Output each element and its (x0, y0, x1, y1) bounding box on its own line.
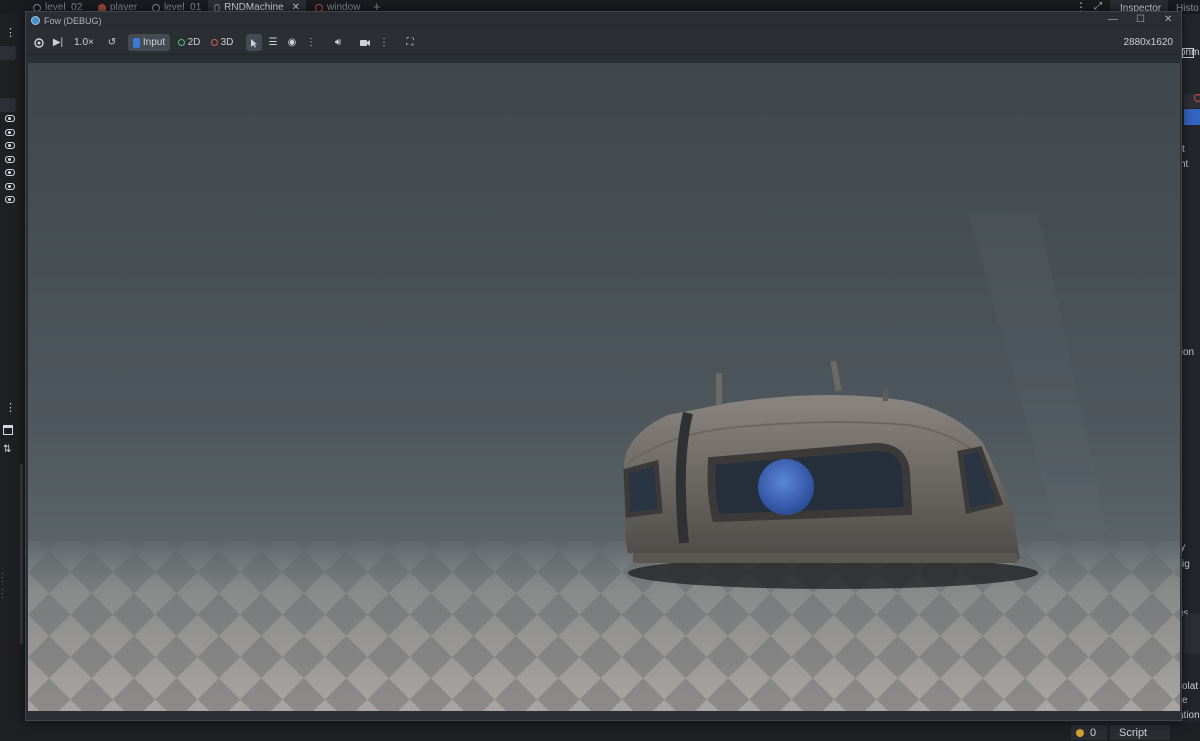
script-tab[interactable]: Script (1110, 725, 1170, 740)
input-icon (132, 37, 140, 48)
more-options-icon[interactable]: ⋮ (379, 34, 389, 51)
visibility-icon[interactable] (5, 129, 15, 136)
warning-count: 0 (1090, 726, 1097, 739)
drag-handle-icon[interactable]: · · · (1, 570, 4, 586)
more-options-icon[interactable]: ⋮ (5, 401, 16, 414)
input-label: Input (142, 37, 166, 48)
visibility-icon[interactable] (5, 183, 15, 190)
more-options-icon[interactable]: ⋮ (5, 26, 16, 39)
3d-icon (210, 39, 218, 46)
left-dock: ⋮ ⋮ ⇅ · · · · · · (0, 14, 25, 741)
game-viewport[interactable] (28, 63, 1180, 711)
time-scale[interactable]: 1.0× (72, 34, 96, 51)
window-titlebar[interactable]: Fow (DEBUG) — ☐ ✕ (26, 12, 1181, 30)
more-options-icon[interactable]: ⋮ (306, 34, 316, 51)
list-select-icon[interactable]: ☰ (267, 34, 279, 51)
warnings-badge[interactable]: 0 (1071, 725, 1107, 740)
game-toolbar: ▶| 1.0× ↺ Input 2D 3D ☰ ◉ ⋮ 🔊︎ ⋮ ⛶ 2880x… (26, 30, 1181, 55)
visibility-icon[interactable]: ◉ (286, 34, 298, 51)
select-tool-icon[interactable] (246, 34, 262, 51)
app-icon (31, 16, 40, 25)
warning-icon (1076, 728, 1084, 737)
2d-icon (177, 39, 185, 46)
sort-icon[interactable]: ⇅ (3, 444, 11, 455)
status-bar: 0 Script (0, 722, 1200, 741)
visibility-icon[interactable] (5, 196, 15, 203)
dock-panel (1184, 614, 1200, 654)
visibility-icon[interactable] (5, 142, 15, 149)
dock-text: e (1182, 695, 1188, 706)
dock-tab[interactable] (0, 98, 16, 112)
editor: level_02 player level_01 RNDMachine ✕ wi… (0, 0, 1200, 741)
mode-2d-label: 2D (187, 37, 201, 48)
window-icon[interactable] (3, 425, 13, 435)
scrollbar[interactable] (20, 464, 23, 644)
close-button[interactable]: ✕ (1164, 14, 1172, 25)
visibility-icon[interactable] (5, 156, 15, 163)
drag-handle-icon[interactable]: · · · (1, 586, 4, 602)
mode-3d-button[interactable]: 3D (209, 34, 235, 51)
camera-icon[interactable] (358, 34, 372, 51)
panel-icon (1182, 48, 1194, 58)
dock-text: olat (1182, 681, 1199, 692)
minimize-button[interactable]: — (1108, 14, 1118, 25)
selected-row[interactable] (1184, 109, 1200, 125)
resolution-label: 2880x1620 (1123, 37, 1174, 48)
window-title: Fow (DEBUG) (44, 16, 102, 26)
scene-render (28, 63, 1180, 711)
audio-icon[interactable]: 🔊︎ (331, 34, 345, 51)
input-toggle[interactable]: Input (128, 34, 170, 51)
record-icon[interactable] (1194, 94, 1200, 102)
dock-text: ig (1182, 559, 1190, 570)
mode-2d-button[interactable]: 2D (176, 34, 202, 51)
step-frame-icon[interactable]: ▶| (52, 34, 64, 51)
visibility-icon[interactable] (5, 115, 15, 122)
visibility-icon[interactable] (5, 169, 15, 176)
reset-icon[interactable]: ↺ (106, 34, 118, 51)
dock-tab[interactable] (0, 46, 16, 60)
dock-text: t (1182, 144, 1185, 155)
mode-3d-label: 3D (220, 37, 234, 48)
fullscreen-icon[interactable]: ⛶ (403, 34, 417, 51)
game-window: Fow (DEBUG) — ☐ ✕ ▶| 1.0× ↺ Input 2D 3D (25, 11, 1182, 721)
maximize-button[interactable]: ☐ (1136, 14, 1145, 25)
camera-override-icon[interactable] (32, 34, 46, 51)
